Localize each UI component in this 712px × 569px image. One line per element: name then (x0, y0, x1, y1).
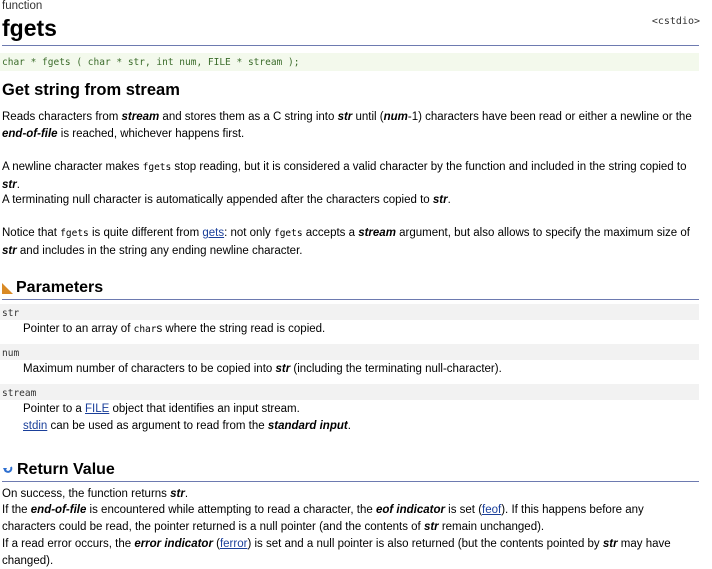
prototype-box: char * fgets ( char * str, int num, FILE… (0, 53, 699, 71)
ferror-link[interactable]: ferror (220, 538, 247, 550)
param-desc-str: Pointer to an array of chars where the s… (23, 323, 326, 335)
return-line-2: If the end-of-file is encountered while … (2, 504, 644, 533)
return-arrow-icon (3, 466, 13, 473)
return-value-heading: Return Value (2, 460, 115, 480)
param-row-str: str (0, 304, 699, 320)
summary-heading: Get string from stream (2, 81, 180, 99)
param-name-num: num (2, 348, 20, 359)
file-link[interactable]: FILE (85, 403, 109, 415)
param-row-num: num (0, 344, 699, 360)
param-row-stream: stream (0, 384, 699, 400)
return-value-divider (2, 481, 699, 482)
stdin-link[interactable]: stdin (23, 420, 47, 432)
summary-paragraph-1: Reads characters from stream and stores … (2, 111, 692, 140)
entity-kind: function (2, 0, 43, 12)
header-divider (2, 45, 699, 46)
triangle-icon (2, 282, 13, 294)
param-desc-stream: Pointer to a FILE object that identifies… (23, 403, 351, 432)
parameters-heading: Parameters (2, 278, 103, 298)
summary-paragraph-3: A terminating null character is automati… (2, 194, 451, 206)
summary-paragraph-2: A newline character makes fgets stop rea… (2, 161, 687, 191)
prototype-code: char * fgets ( char * str, int num, FILE… (2, 57, 300, 68)
header-library: <cstdio> (651, 16, 700, 27)
return-line-1: On success, the function returns str. (2, 488, 189, 500)
return-line-3: If a read error occurs, the error indica… (2, 538, 671, 567)
summary-paragraph-4: Notice that fgets is quite different fro… (2, 227, 690, 257)
page-title: fgets (2, 15, 57, 41)
parameters-divider (2, 299, 699, 300)
feof-link[interactable]: feof (482, 504, 501, 516)
param-name-str: str (2, 308, 20, 319)
param-desc-num: Maximum number of characters to be copie… (23, 363, 502, 375)
gets-link[interactable]: gets (202, 227, 224, 239)
